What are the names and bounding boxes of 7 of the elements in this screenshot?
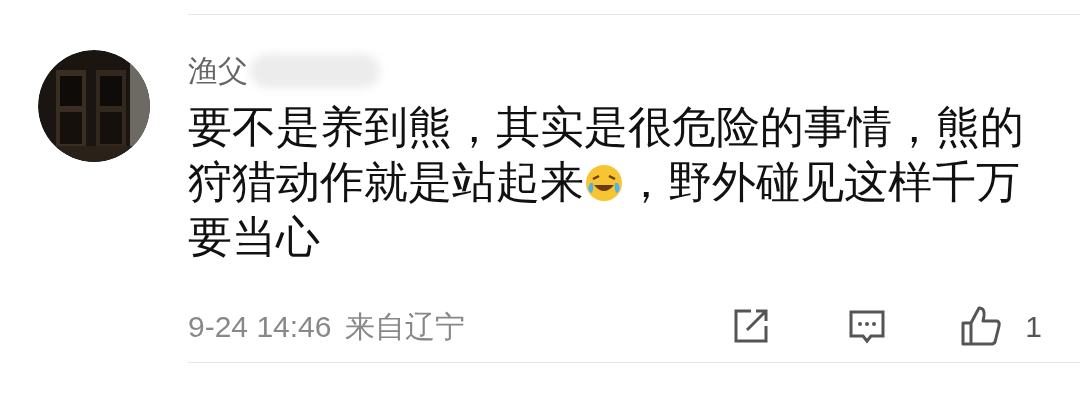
location: 来自辽宁 xyxy=(345,308,466,345)
timestamp: 9-24 14:46 xyxy=(188,308,332,345)
like-count: 1 xyxy=(1025,308,1042,345)
thumbs-up-icon[interactable] xyxy=(959,304,1004,348)
comment-text: 要不是养到熊，其实是很危险的事情，熊的狩猎动作就是站起来 ，野外碰见这样千万要当心 xyxy=(188,101,1025,263)
username[interactable]: 渔父 xyxy=(188,56,248,86)
laughing-emoji-icon xyxy=(584,163,624,203)
